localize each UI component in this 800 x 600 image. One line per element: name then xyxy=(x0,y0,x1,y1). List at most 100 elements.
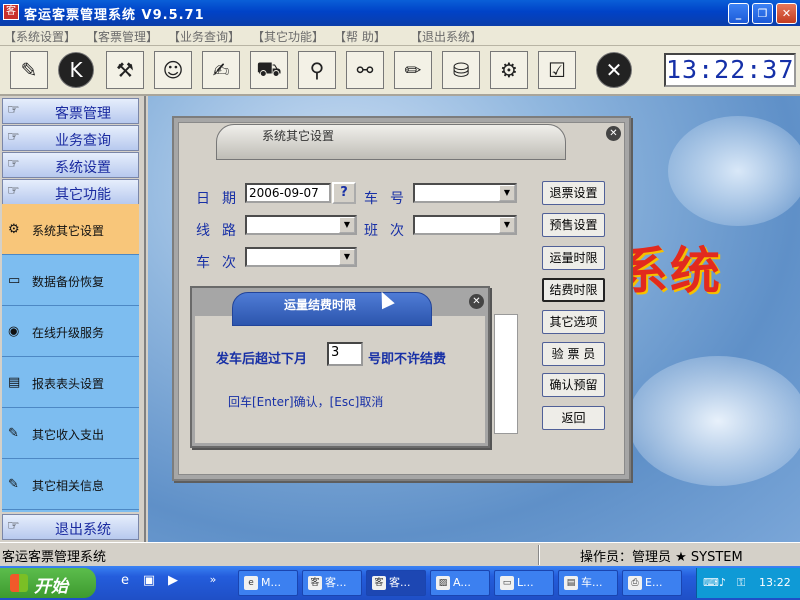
subdialog-close-icon[interactable]: ✕ xyxy=(469,294,484,309)
nav-item-system-other-settings[interactable]: ⚙ 系统其它设置 xyxy=(2,204,139,255)
pointing-hand-icon: ☞ xyxy=(7,183,20,199)
menu-help[interactable]: 【帮 助】 xyxy=(334,28,386,45)
search-people-icon[interactable]: ⚯ xyxy=(346,51,384,89)
volume-icon[interactable]: ♪ xyxy=(719,576,726,589)
start-button[interactable]: 开始 xyxy=(0,568,96,598)
nav-item-online-upgrade[interactable]: ◉ 在线升级服务 xyxy=(2,306,139,357)
task-label: A... xyxy=(453,576,471,589)
magnifier-icon[interactable]: ⚲ xyxy=(298,51,336,89)
exit-icon[interactable]: ✕ xyxy=(596,52,632,88)
globe-icon: ◉ xyxy=(8,324,20,339)
subdialog-title: 运量结费时限 xyxy=(284,298,357,312)
trip-label: 车次 xyxy=(196,255,248,271)
tools-icon[interactable]: ⚒ xyxy=(106,51,144,89)
nav-group-label: 业务查询 xyxy=(55,133,111,149)
edit-icon[interactable]: ✏ xyxy=(394,51,432,89)
pointing-hand-icon: ☞ xyxy=(7,129,20,145)
nav-group-query[interactable]: ☞ 业务查询 xyxy=(2,125,139,151)
nav-group-exit[interactable]: ☞ 退出系统 xyxy=(2,514,139,540)
pointing-hand-icon: ☞ xyxy=(7,156,20,172)
ie-icon[interactable]: e xyxy=(116,573,134,591)
nav-item-data-backup[interactable]: ▭ 数据备份恢复 xyxy=(2,255,139,306)
settings-icon[interactable]: ✎ xyxy=(10,51,48,89)
nav-group-ticket[interactable]: ☞ 客票管理 xyxy=(2,98,139,124)
refund-settings-button[interactable]: 退票设置 xyxy=(542,181,605,205)
records-list[interactable] xyxy=(494,314,518,434)
status-app-name: 客运客票管理系统 xyxy=(2,550,107,565)
k-icon[interactable]: K xyxy=(58,52,94,88)
status-separator xyxy=(538,545,540,565)
nav-item-label: 其它相关信息 xyxy=(32,479,105,493)
task-button[interactable]: ▨ A... xyxy=(430,570,490,596)
window-titlebar: 客 客运客票管理系统 V9.5.71 _ ❐ ✕ xyxy=(0,0,800,26)
start-label: 开始 xyxy=(34,577,68,597)
close-button[interactable]: ✕ xyxy=(776,3,797,24)
background-decoration xyxy=(668,116,800,226)
left-nav: ☞ 客票管理 ☞ 业务查询 ☞ 系统设置 ☞ 其它功能 ⚙ 系统其它设置 ▭ 数… xyxy=(0,96,146,542)
pointing-hand-icon: ☞ xyxy=(7,518,20,534)
document-icon[interactable]: ✍ xyxy=(202,51,240,89)
route-label: 线路 xyxy=(196,223,248,239)
task-label: L... xyxy=(517,576,534,589)
task-label: 客... xyxy=(389,576,411,589)
vehicle-select[interactable]: ▼ xyxy=(413,183,517,203)
task-button[interactable]: ▤ 车... xyxy=(558,570,618,596)
capacity-time-limit-button[interactable]: 运量时限 xyxy=(542,246,605,270)
presale-settings-button[interactable]: 预售设置 xyxy=(542,213,605,237)
route-select[interactable]: ▼ xyxy=(245,215,357,235)
nav-item-label: 报表表头设置 xyxy=(32,377,105,391)
back-button[interactable]: 返回 xyxy=(542,406,605,430)
shift-select[interactable]: ▼ xyxy=(413,215,517,235)
status-bar: 客运客票管理系统 操作员：管理员 ★ SYSTEM xyxy=(0,542,800,566)
nav-group-label: 客票管理 xyxy=(55,106,111,122)
menu-business-query[interactable]: 【业务查询】 xyxy=(168,28,240,45)
dialog-close-icon[interactable]: ✕ xyxy=(606,126,621,141)
settlement-time-limit-button[interactable]: 结费时限 xyxy=(542,278,605,302)
chevron-down-icon[interactable]: ▼ xyxy=(499,185,515,201)
task-button[interactable]: ⎙ E... xyxy=(622,570,682,596)
bus-icon[interactable]: ⛟ xyxy=(250,51,288,89)
minimize-button[interactable]: _ xyxy=(728,3,749,24)
income-icon: ✎ xyxy=(8,426,19,441)
other-options-button[interactable]: 其它选项 xyxy=(542,310,605,334)
menu-exit[interactable]: 【退出系统】 xyxy=(410,28,482,45)
ticket-app-icon[interactable]: 客 xyxy=(3,4,19,20)
task-button[interactable]: 客客... xyxy=(302,570,362,596)
chevron-down-icon[interactable]: ▼ xyxy=(499,217,515,233)
keyboard-icon[interactable]: ⌨ xyxy=(703,576,719,589)
trip-select[interactable]: ▼ xyxy=(245,247,357,267)
restore-button[interactable]: ❐ xyxy=(752,3,773,24)
lock-icon[interactable]: ⚿ xyxy=(737,576,745,590)
task-button[interactable]: e M... xyxy=(238,570,298,596)
media-icon[interactable]: ▣ xyxy=(140,573,158,591)
confirm-reservation-button[interactable]: 确认预留 xyxy=(542,373,605,397)
nav-group-other[interactable]: ☞ 其它功能 xyxy=(2,179,139,205)
chevron-down-icon[interactable]: ▼ xyxy=(339,249,355,265)
shift-label: 班次 xyxy=(364,223,416,239)
checklist-icon[interactable]: ☑ xyxy=(538,51,576,89)
quicklaunch-overflow[interactable]: » xyxy=(204,573,222,591)
ticket-checker-button[interactable]: 验 票 员 xyxy=(542,342,605,366)
nav-group-settings[interactable]: ☞ 系统设置 xyxy=(2,152,139,178)
nav-item-report-header[interactable]: ▤ 报表表头设置 xyxy=(2,357,139,408)
app-icon: 客 xyxy=(308,576,322,590)
chevron-down-icon[interactable]: ▼ xyxy=(339,217,355,233)
task-button[interactable]: ▭ L... xyxy=(494,570,554,596)
task-button-active[interactable]: 客客... xyxy=(366,570,426,596)
date-field[interactable]: 2006-09-07 xyxy=(245,183,331,203)
user-icon[interactable]: ☺ xyxy=(154,51,192,89)
nav-item-other-info[interactable]: ✎ 其它相关信息 xyxy=(2,459,139,510)
menu-other-functions[interactable]: 【其它功能】 xyxy=(252,28,324,45)
tray-clock[interactable]: 13:22 xyxy=(759,576,791,589)
play-icon[interactable]: ▶ xyxy=(164,573,182,591)
task-label: E... xyxy=(645,576,663,589)
connect-icon[interactable]: ⚙ xyxy=(490,51,528,89)
menu-system-settings[interactable]: 【系统设置】 xyxy=(4,28,76,45)
date-query-button[interactable]: ? xyxy=(332,182,356,204)
menu-ticket-management[interactable]: 【客票管理】 xyxy=(86,28,158,45)
nav-item-other-income[interactable]: ✎ 其它收入支出 xyxy=(2,408,139,459)
printer-icon: ⎙ xyxy=(628,576,642,590)
network-icon[interactable]: ⛁ xyxy=(442,51,480,89)
day-of-month-input[interactable]: 3 xyxy=(327,342,363,366)
ticket-app-icon: 客 xyxy=(372,576,386,590)
